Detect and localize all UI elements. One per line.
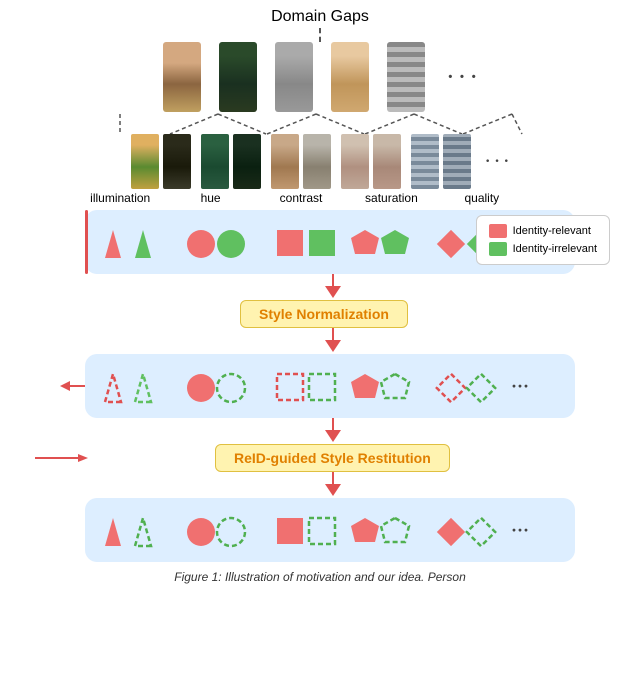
shapes-row-2: ··· [99,364,539,408]
sp-qual-a [411,134,439,189]
sp-hue-a [201,134,229,189]
legend-identity-relevant: Identity-relevant [489,224,597,238]
sp-illum-b [163,134,191,189]
dots-sub: · · · [485,153,509,171]
second-blue-box: ··· [85,354,575,418]
sp-illum-a [131,134,159,189]
legend-irrelevant-label: Identity-irrelevant [513,243,597,255]
legend-relevant-label: Identity-relevant [513,225,591,237]
minus-arrow-svg [40,371,90,401]
branching-lines [70,114,570,134]
label-illumination: illumination [75,191,165,205]
legend-identity-irrelevant: Identity-irrelevant [489,242,597,256]
sp-hue-b [233,134,261,189]
reid-box: ReID-guided Style Restitution [215,444,450,472]
sp-sat-b [373,134,401,189]
sat-group [341,134,401,189]
reid-section: ReID-guided Style Restitution [30,418,610,496]
person-contrast-top [275,42,313,112]
arrow-style-norm [325,274,341,298]
legend-box: Identity-relevant Identity-irrelevant [476,215,610,265]
hue-group [201,134,261,189]
third-blue-box: ··· [85,498,575,562]
dots-top: · · · [447,66,477,89]
label-saturation: saturation [346,191,436,205]
svg-text:···: ··· [511,376,529,396]
sp-contrast-b [303,134,331,189]
left-red-bar [85,210,88,274]
contrast-group [271,134,331,189]
style-norm-section: Style Normalization [30,274,610,352]
reid-arrow-svg [30,448,90,468]
qual-group [411,134,471,189]
sub-person-row: · · · [131,134,509,189]
person-hue-top [219,42,257,112]
third-blue-box-container: ··· [30,498,610,562]
person-saturation-top [331,42,369,112]
style-normalization-label: Style Normalization [240,300,408,328]
legend-swatch-green [489,242,507,256]
sp-sat-a [341,134,369,189]
label-quality: quality [437,191,527,205]
arrow-reid [325,418,341,442]
second-blue-box-container: − ··· [30,354,610,418]
top-person-row: · · · [163,42,477,112]
person-illumination-top [163,42,201,112]
sp-contrast-a [271,134,299,189]
reid-left-arrow [30,448,90,468]
caption: Figure 1: Illustration of motivation and… [30,570,610,584]
svg-text:···: ··· [511,520,529,540]
sp-qual-b [443,134,471,189]
style-normalization-box: Style Normalization [240,300,408,328]
illum-group [131,134,191,189]
arrow-after-reid [325,472,341,496]
shapes-row-3: ··· [99,508,539,552]
diagram-container: Domain Gaps · · · [0,0,640,685]
legend-swatch-red [489,224,507,238]
reid-label: ReID-guided Style Restitution [215,444,450,472]
shapes-row-1: ··· [99,220,539,264]
first-blue-box-container: ··· Identity-relevant Identity-irrelevan… [30,210,610,274]
label-contrast: contrast [256,191,346,205]
arrow-after-style-norm [325,328,341,352]
person-quality-top [387,42,425,112]
label-hue: hue [165,191,255,205]
domain-gaps-title: Domain Gaps [271,8,369,26]
